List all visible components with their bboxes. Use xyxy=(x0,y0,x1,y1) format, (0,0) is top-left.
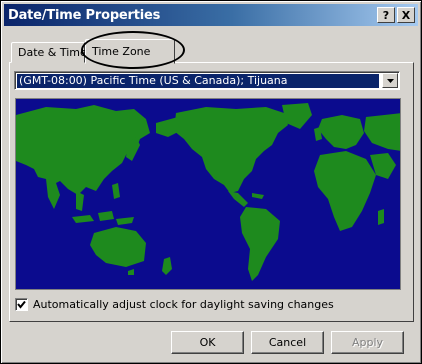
world-map-graphic xyxy=(16,99,400,289)
title-bar[interactable]: Date/Time Properties ? X xyxy=(4,4,418,26)
ok-button[interactable]: OK xyxy=(171,331,244,354)
chevron-down-icon xyxy=(386,78,394,83)
close-icon: X xyxy=(401,8,411,22)
world-map[interactable] xyxy=(15,98,401,290)
dst-checkbox-label: Automatically adjust clock for daylight … xyxy=(33,297,334,311)
apply-button[interactable]: Apply xyxy=(331,331,404,354)
close-button[interactable]: X xyxy=(397,7,415,23)
tab-time-zone[interactable]: Time Zone xyxy=(85,39,175,64)
help-icon: ? xyxy=(382,8,390,22)
help-button[interactable]: ? xyxy=(377,7,395,23)
dst-checkbox-row[interactable]: Automatically adjust clock for daylight … xyxy=(15,297,334,311)
dropdown-arrow-button[interactable] xyxy=(382,73,398,88)
timezone-dropdown[interactable]: (GMT-08:00) Pacific Time (US & Canada); … xyxy=(14,71,400,90)
cancel-button[interactable]: Cancel xyxy=(251,331,324,354)
window-title: Date/Time Properties xyxy=(8,7,161,23)
tab-date-time[interactable]: Date & Time xyxy=(11,42,87,63)
timezone-selected-value: (GMT-08:00) Pacific Time (US & Canada); … xyxy=(17,74,379,88)
checkmark-icon xyxy=(17,300,26,309)
date-time-properties-window: Date/Time Properties ? X Date & Time Tim… xyxy=(0,0,422,364)
dst-checkbox[interactable] xyxy=(15,297,28,311)
